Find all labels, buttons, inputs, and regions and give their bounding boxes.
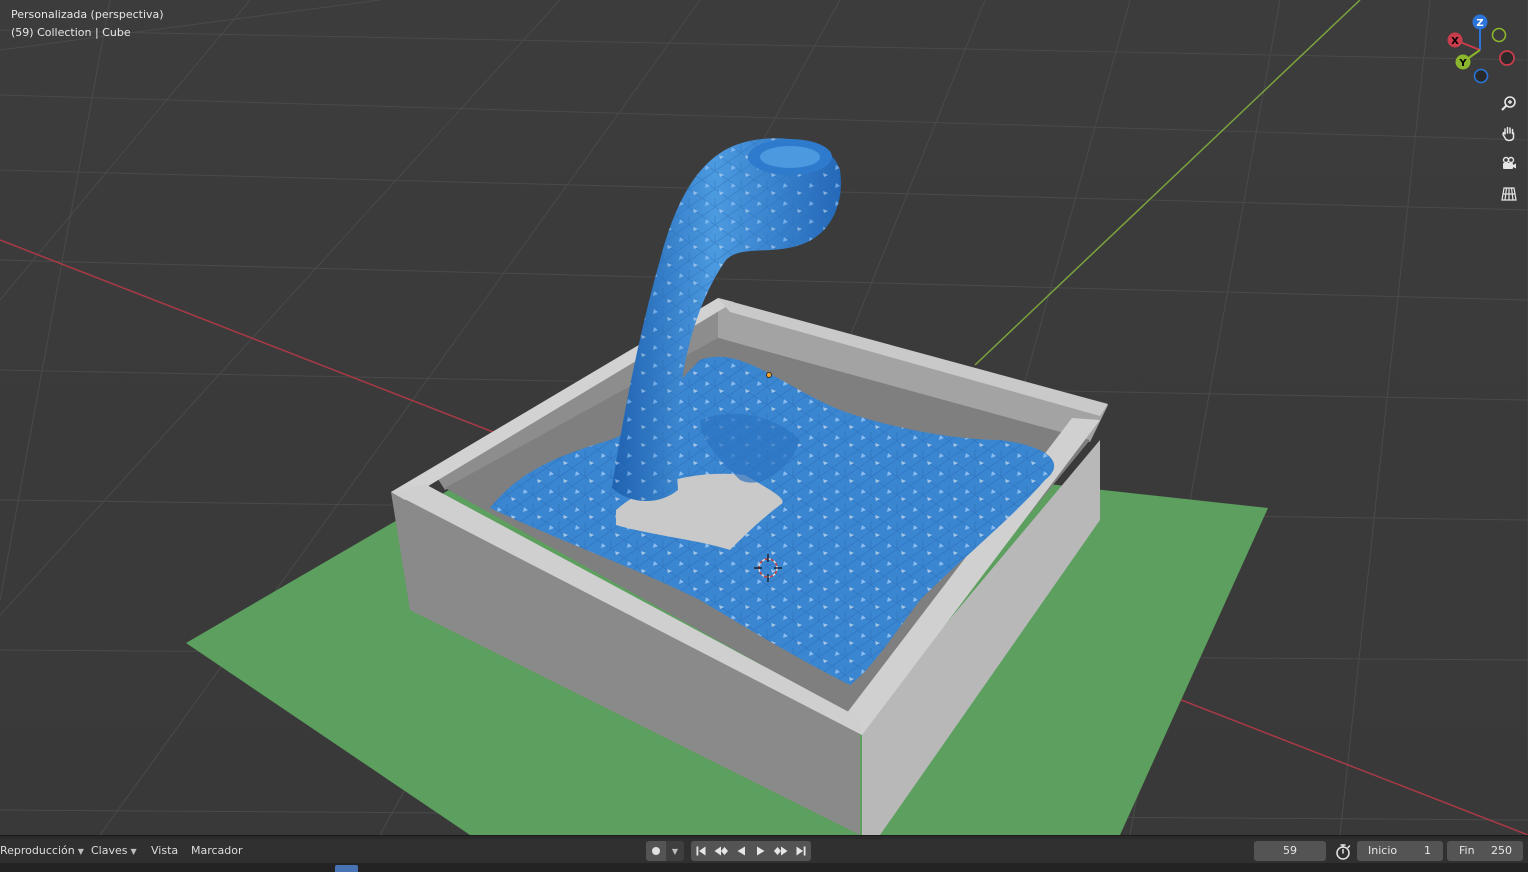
chevron-down-icon: ▼ [671,846,679,856]
marker-menu[interactable]: Marcador [191,841,243,861]
grid-icon[interactable] [1496,181,1522,207]
chevron-down-icon: ▼ [130,847,137,856]
gizmo-x-label: X [1451,36,1459,47]
frame-start-value: 1 [1424,844,1431,857]
keying-options-button[interactable]: ▼ [666,841,684,861]
jump-end-button[interactable] [791,841,811,861]
view-name: Personalizada (perspectiva) [11,8,164,21]
playback-menu[interactable]: Reproducción ▼ [0,841,84,861]
origin-dot [766,371,773,378]
keying-menu[interactable]: Claves ▼ [91,841,137,861]
zoom-icon[interactable] [1496,91,1522,117]
gizmo-z-label: Z [1476,18,1483,29]
stopwatch-icon[interactable] [1334,843,1352,861]
play-button[interactable] [751,841,771,861]
camera-icon[interactable] [1496,151,1522,177]
timeline-editor: Reproducción ▼ Claves ▼ Vista Marcador ▼ 5… [0,835,1528,872]
gizmo-z-neg [1473,68,1489,84]
record-button[interactable] [646,841,666,861]
object-info: (59) Collection | Cube [11,26,131,39]
jump-start-button[interactable] [691,841,711,861]
playback-menu-label: Reproducción [0,844,75,857]
hand-icon[interactable] [1496,121,1522,147]
gizmo-x-neg [1499,50,1515,66]
frame-end-field[interactable]: Fin 250 [1447,841,1523,861]
navigation-gizmo[interactable]: Z X Y [1444,10,1524,90]
scene-canvas[interactable] [0,0,1528,835]
keying-menu-label: Claves [91,844,128,857]
play-reverse-button[interactable] [731,841,751,861]
3d-viewport[interactable]: Personalizada (perspectiva) (59) Collect… [0,0,1528,835]
gizmo-y-label: Y [1458,58,1467,69]
frame-start-label: Inicio [1368,844,1398,857]
next-keyframe-button[interactable] [771,841,791,861]
frame-end-value: 250 [1491,844,1512,857]
gizmo-y-neg [1491,27,1507,43]
frame-end-label: Fin [1459,844,1475,857]
frame-start-field[interactable]: Inicio 1 [1357,841,1443,861]
chevron-down-icon: ▼ [77,847,84,856]
current-frame-field[interactable]: 59 [1254,841,1326,861]
prev-keyframe-button[interactable] [711,841,731,861]
timeline-header: Reproducción ▼ Claves ▼ Vista Marcador ▼ 5… [0,839,1528,863]
view-menu[interactable]: Vista [151,841,178,861]
